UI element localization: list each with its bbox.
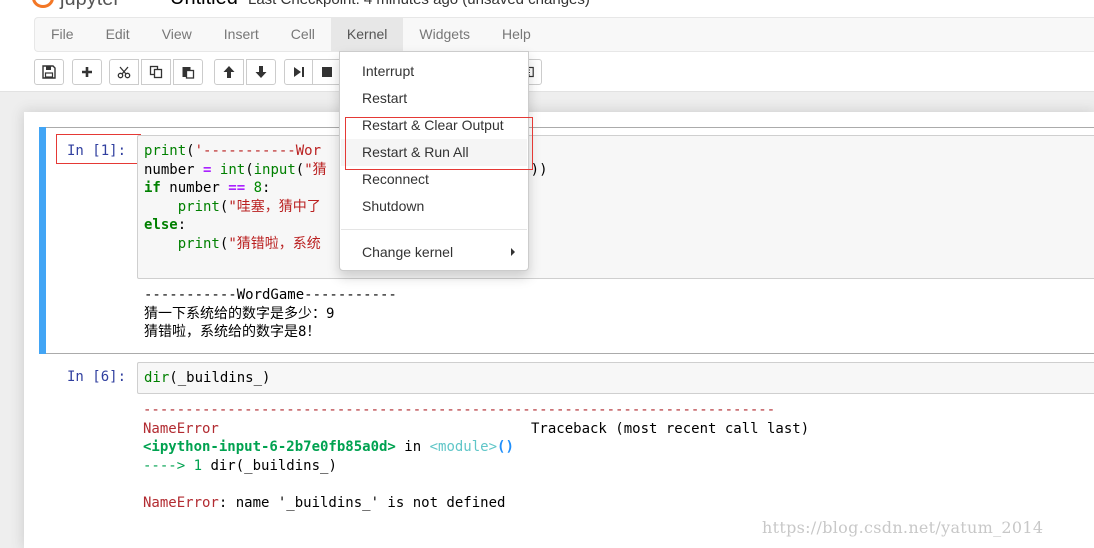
code-token: (: [295, 161, 305, 178]
in-word: in: [395, 439, 430, 455]
menu-item-reconnect[interactable]: Reconnect: [341, 166, 527, 193]
cell-2-error-output: ----------------------------------------…: [143, 401, 809, 512]
code-token: "猜: [304, 161, 327, 178]
paste-button[interactable]: [173, 59, 203, 85]
selected-cell-indicator: [39, 127, 46, 354]
interrupt-button[interactable]: [312, 59, 342, 85]
error-name: NameError: [143, 420, 219, 437]
menu-divider: [341, 229, 527, 230]
plus-icon: [82, 67, 92, 77]
input-reference: <ipython-input-6-2b7e0fb85a0d>: [143, 439, 396, 455]
menu-widgets[interactable]: Widgets: [403, 18, 486, 51]
code-token: number: [144, 161, 204, 178]
menu-file[interactable]: File: [35, 18, 90, 51]
error-line-code: dir(_buildins_): [210, 457, 337, 474]
move-up-button[interactable]: [214, 59, 244, 85]
menu-edit[interactable]: Edit: [90, 18, 146, 51]
arrow-up-icon: [223, 66, 235, 78]
code-token: :: [262, 180, 271, 196]
stop-icon: [322, 67, 332, 77]
menu-item-change-kernel[interactable]: Change kernel: [341, 239, 527, 266]
final-error-message: : name '_buildins_' is not defined: [218, 494, 506, 511]
code-token: if: [144, 180, 161, 196]
cell-2-input[interactable]: [137, 362, 1094, 394]
code-token: )): [530, 161, 548, 178]
menubar: File Edit View Insert Cell Kernel Widget…: [34, 17, 1094, 52]
code-token: int: [219, 161, 246, 178]
code-token: input: [253, 161, 296, 178]
code-token: '-----------Wor: [194, 143, 322, 159]
error-arrow: ----> 1: [143, 457, 211, 474]
final-error-name: NameError: [143, 494, 219, 511]
code-token: (: [245, 161, 254, 178]
code-token: (: [186, 143, 195, 159]
arrow-down-icon: [255, 66, 267, 78]
cell-2-code[interactable]: dir(_buildins_): [144, 369, 270, 388]
output-line: -----------WordGame-----------: [144, 287, 397, 303]
traceback-label: Traceback (most recent call last): [531, 420, 810, 437]
code-token: "哇塞，猜中了: [228, 198, 321, 215]
module-ref: <module>: [429, 439, 498, 455]
menu-insert[interactable]: Insert: [208, 18, 275, 51]
save-icon: [42, 65, 56, 79]
output-line: 猜错啦，系统给的数字是8！: [144, 324, 321, 340]
copy-button[interactable]: [141, 59, 171, 85]
code-token: number: [160, 180, 229, 196]
caret-right-icon: [511, 248, 515, 256]
menu-item-restart[interactable]: Restart: [341, 85, 527, 112]
annotation-box-prompt: [56, 134, 141, 164]
cell-1-output: -----------WordGame----------- 猜一下系统给的数字…: [144, 286, 397, 342]
menu-view[interactable]: View: [146, 18, 208, 51]
jupyter-logo-icon[interactable]: [32, 0, 54, 8]
paste-icon: [182, 67, 195, 79]
watermark: https://blog.csdn.net/yatum_2014: [762, 518, 1044, 537]
annotation-box-menu: [345, 117, 533, 170]
header-top: jupyter Untitled Last Checkpoint: 4 minu…: [0, 0, 1094, 10]
code-token: :: [177, 217, 187, 233]
run-button[interactable]: [284, 59, 314, 85]
change-kernel-label: Change kernel: [362, 244, 454, 260]
traceback-rule: ----------------------------------------…: [143, 402, 776, 418]
cut-button[interactable]: [109, 59, 139, 85]
insert-cell-button[interactable]: [72, 59, 102, 85]
code-token: print: [144, 143, 187, 159]
checkpoint-status: Last Checkpoint: 4 minutes ago (unsaved …: [248, 0, 590, 8]
code-token: print: [177, 198, 220, 215]
menu-cell[interactable]: Cell: [275, 18, 331, 51]
save-button[interactable]: [34, 59, 64, 85]
move-down-button[interactable]: [246, 59, 276, 85]
code-token: print: [177, 235, 220, 252]
menu-kernel[interactable]: Kernel: [330, 18, 404, 51]
code-token: else: [144, 217, 178, 233]
logo-text[interactable]: jupyter: [60, 0, 120, 10]
step-forward-icon: [294, 67, 304, 77]
menu-help[interactable]: Help: [486, 18, 547, 51]
menu-item-shutdown[interactable]: Shutdown: [341, 193, 527, 220]
call-parens: (): [497, 439, 514, 455]
menu-item-interrupt[interactable]: Interrupt: [341, 58, 527, 85]
notebook-title[interactable]: Untitled: [170, 0, 238, 10]
cell-2-prompt: In [6]:: [67, 369, 127, 385]
copy-icon: [149, 65, 163, 79]
code-token: _buildins_: [177, 370, 263, 386]
code-token: dir: [144, 370, 170, 386]
code-token: ): [262, 370, 271, 386]
output-line: 猜一下系统给的数字是多少：9: [144, 305, 335, 322]
code-token: 8: [253, 180, 263, 196]
code-token: (: [169, 370, 178, 386]
code-token: ==: [228, 180, 246, 196]
cut-icon: [117, 66, 131, 79]
code-token: "猜错啦，系统: [228, 235, 321, 252]
